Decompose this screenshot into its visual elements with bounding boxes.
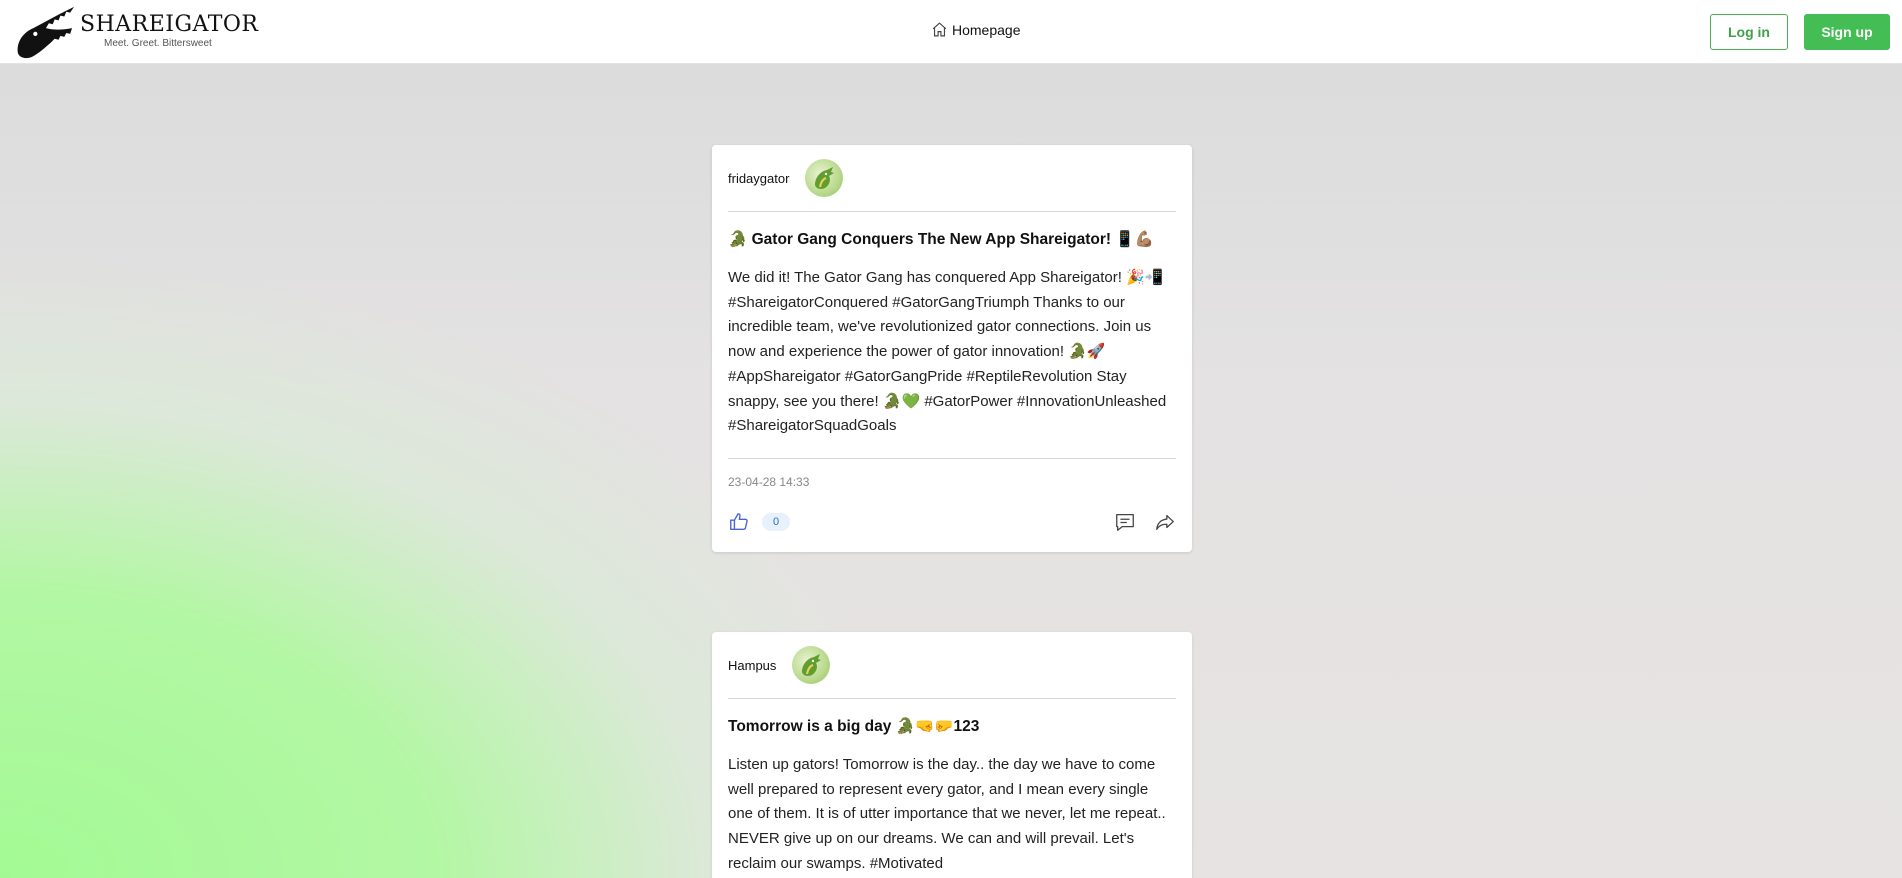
brand-tagline: Meet. Greet. Bittersweet bbox=[104, 38, 212, 49]
login-button[interactable]: Log in bbox=[1710, 13, 1788, 50]
gator-avatar-icon[interactable] bbox=[792, 646, 831, 684]
post-divider bbox=[728, 457, 1176, 459]
like-count-badge: 0 bbox=[762, 512, 790, 531]
nav-homepage-link[interactable]: Homepage bbox=[931, 21, 1021, 38]
post-username[interactable]: fridaygator bbox=[728, 171, 789, 186]
post-title: 🐊 Gator Gang Conquers The New App Sharei… bbox=[728, 231, 1154, 248]
top-navbar: SHAREIGATOR Meet. Greet. Bittersweet Hom… bbox=[0, 0, 1902, 64]
gator-avatar-icon[interactable] bbox=[805, 159, 844, 197]
home-icon bbox=[932, 22, 947, 37]
post-card: fridaygator 🐊 Gator Gang Conquers The Ne… bbox=[712, 145, 1192, 552]
alligator-logo-icon bbox=[17, 6, 75, 58]
auth-buttons: Log in Sign up bbox=[1710, 13, 1890, 50]
post-title: Tomorrow is a big day 🐊🤜🤛123 bbox=[728, 718, 980, 735]
comment-icon[interactable] bbox=[1114, 511, 1136, 533]
nav-homepage-label: Homepage bbox=[952, 21, 1021, 38]
post-username[interactable]: Hampus bbox=[728, 658, 776, 673]
like-thumbs-up-icon[interactable] bbox=[728, 511, 750, 533]
post-body: We did it! The Gator Gang has conquered … bbox=[728, 269, 1167, 435]
brand-title: SHAREIGATOR bbox=[80, 12, 259, 37]
post-timestamp: 23-04-28 14:33 bbox=[728, 474, 810, 489]
post-header: Hampus bbox=[728, 632, 1176, 699]
signup-button[interactable]: Sign up bbox=[1804, 13, 1890, 50]
post-card: Hampus Tomorrow is a big day 🐊🤜🤛123 List… bbox=[712, 632, 1192, 878]
share-icon[interactable] bbox=[1154, 511, 1176, 533]
brand-logo[interactable]: SHAREIGATOR Meet. Greet. Bittersweet bbox=[14, 3, 259, 61]
post-body: Listen up gators! Tomorrow is the day.. … bbox=[728, 756, 1166, 872]
post-header: fridaygator bbox=[728, 145, 1176, 212]
post-actions: 0 bbox=[728, 511, 1176, 533]
